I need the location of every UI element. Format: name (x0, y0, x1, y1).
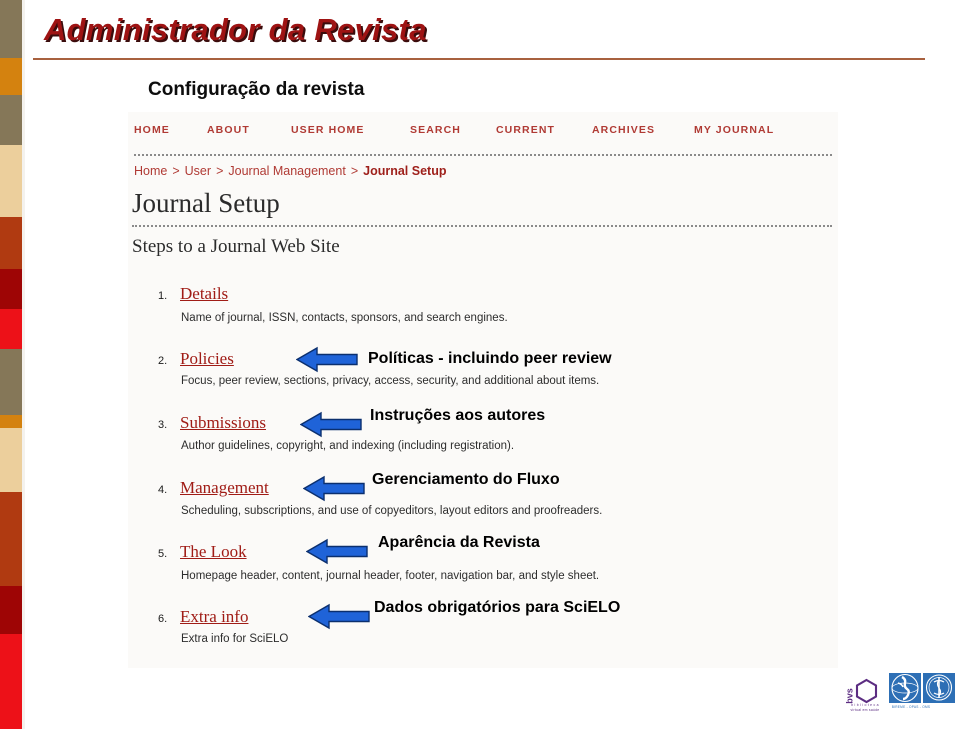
left-color-strip (0, 0, 22, 729)
breadcrumb-separator: > (216, 164, 224, 178)
annotation-arrow-icon (308, 603, 370, 630)
step-description: Author guidelines, copyright, and indexi… (181, 440, 515, 452)
annotation-label: Aparência da Revista (378, 534, 540, 551)
step-number: 3. (158, 419, 168, 431)
annotation-arrow-icon (300, 411, 362, 438)
breadcrumb-current: Journal Setup (363, 164, 447, 178)
strip-band-darkred-upper (0, 269, 22, 309)
annotation-label: Instruções aos autores (370, 407, 546, 424)
strip-band-red-upper (0, 309, 22, 349)
strip-band-rust-lower (0, 492, 22, 586)
step-number: 5. (158, 548, 168, 560)
strip-band-taupe-mid (0, 349, 22, 415)
strip-band-orange-upper (0, 58, 22, 95)
step-description: Name of journal, ISSN, contacts, sponsor… (181, 312, 508, 324)
strip-band-sand-upper (0, 145, 22, 217)
step-description: Extra info for SciELO (181, 633, 289, 645)
who-logo (923, 673, 955, 708)
nav-item-user-home[interactable]: USER HOME (291, 124, 365, 136)
breadcrumb-separator: > (350, 164, 359, 178)
bvs-caption-line1: b i b l i o t e c a (851, 703, 879, 707)
ojs-screenshot-panel: HOME ABOUT USER HOME SEARCH CURRENT ARCHIVES M… (128, 112, 838, 668)
strip-band-red-lower (0, 634, 22, 729)
annotation-label: Gerenciamento do Fluxo (372, 471, 560, 488)
annotation-arrow-icon (303, 475, 365, 502)
nav-item-home[interactable]: HOME (134, 124, 170, 136)
breadcrumb-link-home[interactable]: Home (134, 164, 167, 178)
step-number: 1. (158, 290, 168, 302)
strip-band-taupe-upper (0, 95, 22, 145)
annotation-arrow-icon (306, 538, 368, 565)
step-description: Scheduling, subscriptions, and use of co… (181, 505, 603, 517)
step-link-management[interactable]: Management (180, 478, 269, 498)
annotation-label: Dados obrigatórios para SciELO (374, 599, 621, 616)
footer-logos: bvs b i b l i o t e c a virtual em saúde… (845, 673, 957, 721)
heading-divider-rule (132, 225, 832, 227)
nav-item-about[interactable]: ABOUT (207, 124, 250, 136)
step-link-submissions[interactable]: Submissions (180, 413, 266, 433)
strip-band-taupe-top (0, 0, 22, 58)
breadcrumb: Home > User > Journal Management > Journal Set… (134, 164, 446, 178)
nav-item-archives[interactable]: ARCHIVES (592, 124, 655, 136)
nav-item-current[interactable]: CURRENT (496, 124, 555, 136)
step-number: 6. (158, 613, 168, 625)
step-link-details[interactable]: Details (180, 284, 228, 304)
strip-band-darkred-lower (0, 586, 22, 634)
breadcrumb-separator: > (172, 164, 180, 178)
step-number: 2. (158, 355, 168, 367)
nav-divider-rule (134, 154, 832, 156)
annotation-arrow-icon (296, 346, 358, 373)
step-number: 4. (158, 484, 168, 496)
ojs-page-subheading: Steps to a Journal Web Site (132, 236, 340, 257)
strip-band-sand-lower (0, 428, 22, 492)
breadcrumb-link-user[interactable]: User (185, 164, 211, 178)
nav-item-my-journal[interactable]: MY JOURNAL (694, 124, 774, 136)
bvs-logo: bvs b i b l i o t e c a virtual em saúde (845, 673, 885, 722)
ojs-page-heading: Journal Setup (132, 188, 280, 218)
annotation-label: Políticas - incluindo peer review (368, 350, 612, 367)
step-description: Focus, peer review, sections, privacy, a… (181, 375, 600, 387)
page-subtitle: Configuração da revista (148, 79, 365, 100)
nav-item-search[interactable]: SEARCH (410, 124, 461, 136)
step-link-the-look[interactable]: The Look (180, 542, 247, 562)
step-description: Homepage header, content, journal header… (181, 570, 600, 582)
step-link-extra-info[interactable]: Extra info (180, 607, 248, 627)
title-divider-rule (33, 58, 925, 60)
strip-band-orange-lower (0, 415, 22, 428)
page-title: Administrador da Revista (44, 12, 427, 47)
paho-logo: BIREME - OPAS - OMS (889, 673, 930, 709)
svg-text:bvs: bvs (845, 688, 855, 704)
bvs-caption-line2: virtual em saúde (850, 708, 880, 712)
strip-band-rust-upper (0, 217, 22, 269)
breadcrumb-link-journal-management[interactable]: Journal Management (228, 164, 345, 178)
strip-edge (25, 0, 27, 729)
step-link-policies[interactable]: Policies (180, 349, 234, 369)
